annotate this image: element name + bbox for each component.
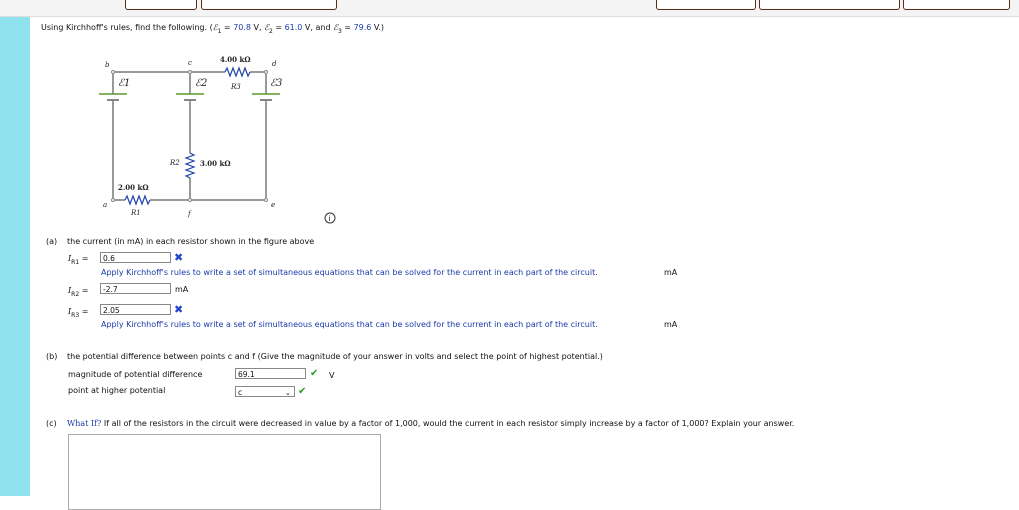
ir2-unit: mA: [175, 285, 189, 294]
resistor-r3: [224, 66, 251, 78]
ir3-input[interactable]: 2.05: [100, 304, 171, 315]
svg-text:4.00 kΩ: 4.00 kΩ: [220, 55, 251, 64]
chevron-down-icon: ⌄: [284, 388, 291, 397]
circuit-diagram: b c d a f e R3 R2 R1 ℰ1 ℰ2 ℰ3 4.00 kΩ 3.00 kΩ 2.00…: [99, 55, 336, 224]
svg-text:i: i: [329, 215, 331, 223]
svg-text:R2: R2: [169, 159, 180, 167]
toolbar-button[interactable]: [656, 0, 756, 10]
point-select[interactable]: c ⌄: [235, 386, 295, 397]
part-b-label: (b): [46, 352, 58, 361]
ir2-label: IR2 =: [68, 286, 89, 298]
svg-text:R3: R3: [230, 83, 241, 91]
svg-text:e: e: [271, 201, 275, 209]
svg-text:d: d: [272, 60, 277, 68]
ir1-unit: mA: [664, 268, 678, 277]
svg-text:b: b: [105, 61, 110, 69]
magnitude-input[interactable]: 69.1: [235, 368, 306, 379]
correct-check-icon: ✔: [298, 386, 307, 397]
ir3-feedback: Apply Kirchhoff's rules to write a set o…: [101, 320, 598, 329]
part-c-label: (c): [46, 419, 57, 428]
svg-text:c: c: [188, 59, 192, 67]
toolbar-button[interactable]: [759, 0, 900, 10]
ir1-input[interactable]: 0.6: [100, 252, 171, 263]
svg-text:ℰ3: ℰ3: [270, 78, 282, 89]
svg-text:ℰ1: ℰ1: [118, 78, 130, 89]
svg-text:a: a: [103, 201, 107, 209]
part-c-question: What If? If all of the resistors in the …: [67, 419, 795, 428]
correct-check-icon: ✔: [310, 368, 319, 379]
incorrect-icon: ✖: [174, 251, 184, 264]
svg-text:2.00 kΩ: 2.00 kΩ: [118, 183, 149, 192]
part-a-label: (a): [46, 237, 58, 246]
toolbar-button[interactable]: [903, 0, 1010, 10]
svg-text:ℰ2: ℰ2: [195, 78, 207, 89]
svg-text:R1: R1: [130, 209, 141, 217]
magnitude-unit: V: [329, 371, 335, 380]
resistor-r1: [124, 194, 151, 206]
point-label: point at higher potential: [68, 386, 166, 395]
part-a-question: the current (in mA) in each resistor sho…: [67, 237, 315, 246]
magnitude-label: magnitude of potential difference: [68, 370, 203, 379]
ir3-unit: mA: [664, 320, 678, 329]
part-b-question: the potential difference between points …: [67, 352, 603, 361]
info-icon[interactable]: i: [324, 212, 336, 224]
ir1-feedback: Apply Kirchhoff's rules to write a set o…: [101, 268, 598, 277]
svg-text:3.00 kΩ: 3.00 kΩ: [200, 159, 231, 168]
svg-text:f: f: [187, 210, 192, 218]
ir1-label: IR1 =: [68, 254, 89, 266]
explanation-textarea[interactable]: [68, 434, 381, 510]
ir3-label: IR3 =: [68, 307, 89, 319]
resistor-r2: [184, 152, 196, 179]
incorrect-icon: ✖: [174, 303, 184, 316]
ir2-input[interactable]: -2.7: [100, 283, 171, 294]
